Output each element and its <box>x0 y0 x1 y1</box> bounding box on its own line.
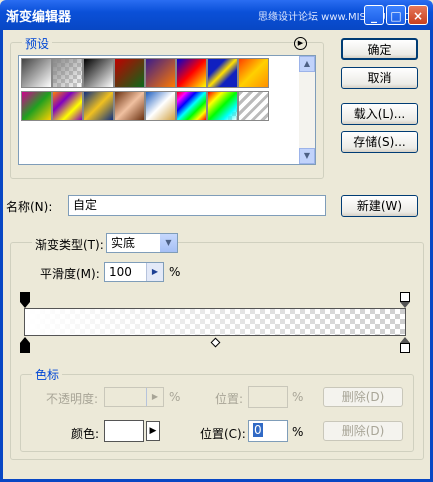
preset-swatch[interactable] <box>238 91 269 121</box>
preset-swatch[interactable] <box>21 91 52 121</box>
minimize-button[interactable]: _ <box>364 5 384 25</box>
color-position-unit: % <box>292 425 304 439</box>
preset-swatch[interactable] <box>83 91 114 121</box>
scroll-down-icon[interactable]: ▼ <box>299 148 315 164</box>
preset-swatch[interactable] <box>238 58 269 88</box>
opacity-position-input[interactable] <box>248 386 288 408</box>
ok-button[interactable]: 确定 <box>341 38 418 60</box>
preset-swatch[interactable] <box>52 58 83 88</box>
color-position-value: 0 <box>253 423 263 437</box>
color-stop-left[interactable] <box>20 343 30 353</box>
gradient-type-value: 实底 <box>111 236 136 250</box>
preset-swatch[interactable] <box>114 91 145 121</box>
preset-swatch[interactable] <box>21 58 52 88</box>
preset-swatch[interactable] <box>207 91 238 121</box>
chevron-down-icon[interactable]: ▼ <box>160 234 177 252</box>
color-stop-right[interactable] <box>400 343 410 353</box>
opacity-position-unit: % <box>292 390 304 404</box>
name-label: 名称(N): <box>6 200 53 214</box>
smoothness-value: 100 <box>109 265 132 279</box>
preset-swatch[interactable] <box>83 58 114 88</box>
presets-label: 预设 <box>22 35 53 52</box>
opacity-slider-icon[interactable]: ▶ <box>146 388 163 406</box>
name-input[interactable]: 自定 <box>68 195 326 216</box>
opacity-input[interactable]: ▶ <box>104 387 164 407</box>
color-label: 颜色: <box>71 427 100 441</box>
preset-list[interactable]: ▲ ▼ <box>18 55 316 165</box>
smoothness-slider-icon[interactable]: ▶ <box>146 263 163 281</box>
window-title: 渐变编辑器 <box>6 10 72 25</box>
smoothness-label: 平滑度(M): <box>40 267 100 281</box>
gradient-type-select[interactable]: 实底 ▼ <box>106 233 178 253</box>
opacity-unit: % <box>169 390 181 404</box>
presets-menu-icon[interactable]: ▶ <box>294 37 307 50</box>
preset-swatch[interactable] <box>207 58 238 88</box>
opacity-label: 不透明度: <box>46 392 99 406</box>
preset-swatch[interactable] <box>145 58 176 88</box>
color-position-label: 位置(C): <box>200 427 246 441</box>
cancel-button[interactable]: 取消 <box>341 67 418 89</box>
smoothness-unit: % <box>169 265 181 279</box>
color-delete-button[interactable]: 删除(D) <box>323 421 403 441</box>
maximize-button[interactable]: □ <box>386 5 406 25</box>
gradient-type-label: 渐变类型(T): <box>32 236 107 253</box>
preset-scrollbar[interactable]: ▲ ▼ <box>299 56 315 164</box>
color-swatch[interactable] <box>104 420 144 442</box>
stops-group-label: 色标 <box>32 366 63 383</box>
load-button[interactable]: 载入(L)... <box>341 103 418 125</box>
opacity-stop-right[interactable] <box>400 292 410 302</box>
gradient-preview-bar[interactable] <box>24 308 406 336</box>
close-button[interactable]: × <box>408 5 428 25</box>
opacity-position-label: 位置: <box>215 392 244 406</box>
color-menu-icon[interactable]: ▶ <box>146 421 160 441</box>
scroll-up-icon[interactable]: ▲ <box>299 56 315 72</box>
smoothness-input[interactable]: 100 ▶ <box>104 262 164 282</box>
preset-swatch[interactable] <box>176 91 207 121</box>
opacity-stop-left[interactable] <box>20 292 30 302</box>
title-bar[interactable]: 渐变编辑器 思缘设计论坛 www.MISSYUAN.COM _ □ × <box>0 0 433 30</box>
color-position-input[interactable]: 0 <box>248 420 288 442</box>
opacity-delete-button[interactable]: 删除(D) <box>323 387 403 407</box>
preset-swatch[interactable] <box>145 91 176 121</box>
preset-swatch[interactable] <box>176 58 207 88</box>
new-button[interactable]: 新建(W) <box>341 195 418 217</box>
preset-swatch[interactable] <box>114 58 145 88</box>
preset-swatch[interactable] <box>52 91 83 121</box>
save-button[interactable]: 存储(S)... <box>341 131 418 153</box>
